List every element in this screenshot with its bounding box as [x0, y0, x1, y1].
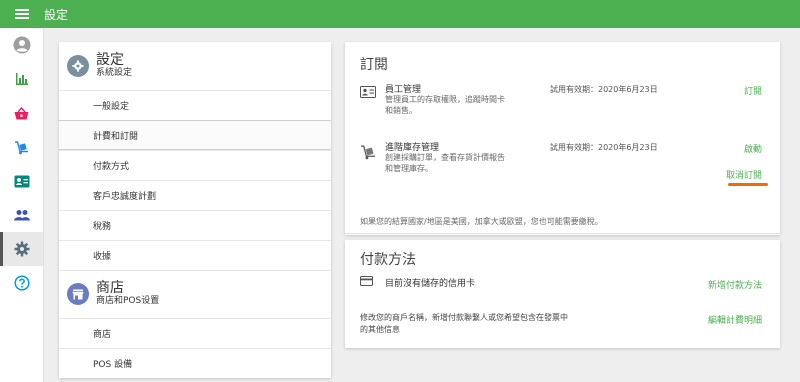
payment-method-title: 付款方法 — [360, 252, 416, 268]
unsubscribe-button[interactable]: 取消訂閱 — [726, 168, 762, 181]
settings-nav-card: 設定 系統設定 一般設定 計費和訂閱 付款方式 客戶忠誠度計劃 稅務 收據 商店… — [59, 42, 331, 378]
nav-item-taxes[interactable]: 稅務 — [59, 210, 331, 240]
nav-item-loyalty[interactable]: 客戶忠誠度計劃 — [59, 180, 331, 210]
bar-chart-icon — [15, 73, 28, 85]
store-section-title: 商店 — [96, 280, 124, 296]
settings-gear-icon — [67, 55, 89, 77]
rail-item-inventory[interactable] — [0, 130, 43, 164]
dolly-icon — [15, 140, 28, 154]
nav-item-receipts[interactable]: 收據 — [59, 240, 331, 270]
subscription-description: 創建採購訂單，查看存貨計價報告和管理庫存。 — [385, 153, 505, 173]
billing-info-text: 修改您的商戶名稱，新增付款聯繫人或您希望包含在發票中的其他信息 — [360, 313, 568, 334]
subscription-trial: 試用有效期：2020年6月23日 — [550, 85, 658, 94]
store-settings-header: 商店 商店和POS设置 — [59, 270, 331, 318]
tax-note: 如果您的結算國家/地區是美國，加拿大或歐盟，您也可能需要繳稅。 — [360, 217, 603, 226]
store-section-subtitle: 商店和POS设置 — [96, 296, 160, 306]
employee-card-icon — [360, 86, 376, 98]
no-card-text: 目前沒有儲存的信用卡 — [385, 279, 476, 289]
subscription-description: 管理員工的存取權限，追蹤時間卡和銷售。 — [385, 95, 505, 115]
hamburger-menu-icon[interactable] — [0, 0, 44, 28]
nav-item-billing[interactable]: 計費和訂閱 — [59, 120, 331, 150]
rail-item-reports[interactable] — [0, 62, 43, 96]
payment-card-row: 目前沒有儲存的信用卡 新增付款方法 — [345, 270, 780, 300]
credit-card-icon — [360, 276, 373, 286]
page-title: 設定 — [44, 7, 69, 22]
subscribe-button[interactable]: 訂閱 — [744, 84, 762, 97]
nav-item-stores[interactable]: 商店 — [59, 318, 331, 348]
subscriptions-card: 訂閱 員工管理 管理員工的存取權限，追蹤時間卡和銷售。 試用有效期：2020年6… — [345, 42, 780, 235]
side-navigation-rail — [0, 28, 44, 382]
system-section-title: 設定 — [96, 52, 124, 68]
rail-item-account[interactable] — [0, 28, 43, 62]
system-settings-header: 設定 系統設定 — [59, 42, 331, 90]
subscription-trial: 試用有效期：2020年6月23日 — [550, 143, 658, 152]
rail-item-employees[interactable] — [0, 164, 43, 198]
divider — [345, 233, 780, 234]
rail-item-customers[interactable] — [0, 198, 43, 232]
nav-item-payment-types[interactable]: 付款方式 — [59, 150, 331, 180]
subscriptions-title: 訂閱 — [360, 57, 388, 73]
nav-item-general[interactable]: 一般設定 — [59, 90, 331, 120]
nav-item-pos-devices[interactable]: POS 設備 — [59, 348, 331, 378]
rail-item-sales[interactable] — [0, 96, 43, 130]
inventory-dolly-icon — [361, 145, 375, 160]
system-section-subtitle: 系統設定 — [96, 68, 133, 78]
highlight-underline — [728, 183, 768, 186]
top-app-bar: 設定 — [0, 0, 800, 28]
people-icon — [13, 210, 30, 221]
subscription-row-employee: 員工管理 管理員工的存取權限，追蹤時間卡和銷售。 試用有效期：2020年6月23… — [345, 78, 780, 136]
id-card-icon — [14, 175, 29, 187]
gear-icon — [14, 241, 29, 257]
rail-item-settings[interactable] — [0, 232, 43, 266]
store-icon — [67, 283, 89, 305]
activate-button[interactable]: 啟動 — [744, 142, 762, 155]
account-circle-icon — [13, 36, 30, 54]
subscription-row-inventory: 進階庫存管理 創建採購訂單，查看存貨計價報告和管理庫存。 試用有效期：2020年… — [345, 136, 780, 194]
shopping-basket-icon — [14, 106, 29, 119]
help-icon — [13, 275, 30, 291]
edit-billing-details-button[interactable]: 編輯計費明細 — [708, 313, 762, 326]
add-payment-method-button[interactable]: 新增付款方法 — [708, 278, 762, 291]
rail-item-help[interactable] — [0, 266, 43, 300]
payment-method-card: 付款方法 目前沒有儲存的信用卡 新增付款方法 修改您的商戶名稱，新增付款聯繫人或… — [345, 240, 780, 348]
